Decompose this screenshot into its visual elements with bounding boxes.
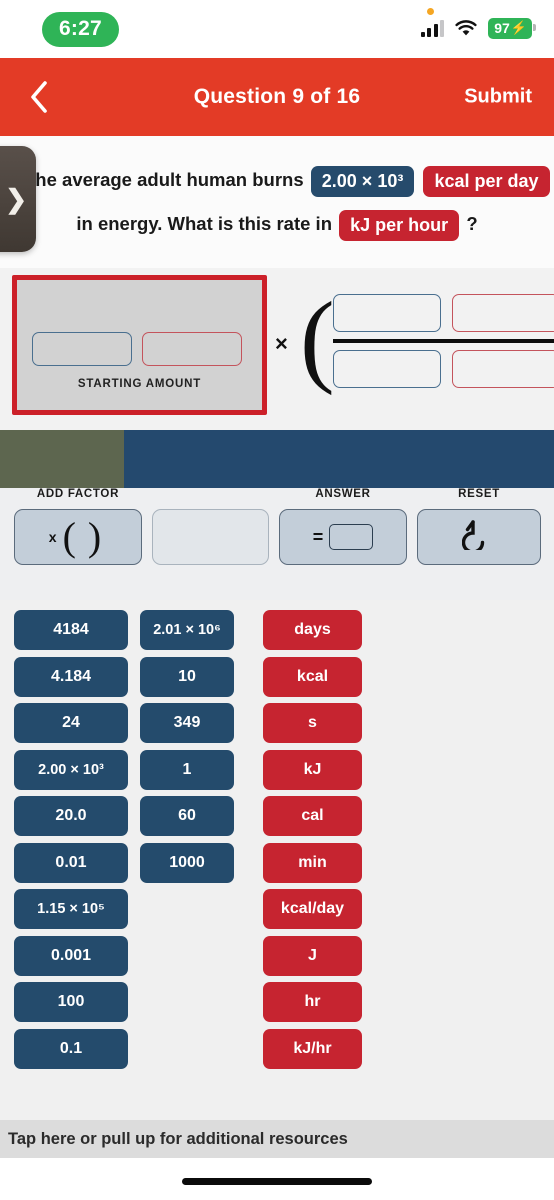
tile-kj[interactable]: kJ (263, 749, 362, 790)
tile-kcal-day[interactable]: kcal/day (263, 889, 362, 929)
app-header: Question 9 of 16 Submit (0, 58, 554, 136)
tile-hr[interactable]: hr (263, 982, 362, 1022)
numerator-value-slot[interactable] (333, 294, 441, 332)
tile-min[interactable]: min (263, 842, 362, 883)
tile-24[interactable]: 24 (14, 703, 128, 743)
tile-1000[interactable]: 1000 (140, 842, 234, 883)
starting-amount-box[interactable]: STARTING AMOUNT (12, 275, 267, 415)
question-value-pill: 2.00 × 10³ (310, 165, 415, 197)
chevron-left-icon (31, 81, 47, 113)
answer-label: ANSWER (315, 488, 371, 500)
horizontal-scrollbar-thumb[interactable] (0, 430, 124, 488)
reset-button[interactable] (417, 509, 541, 565)
question-text-suffix: ? (466, 213, 478, 234)
tile-0-01[interactable]: 0.01 (14, 842, 128, 883)
denominator-value-slot[interactable] (333, 350, 441, 388)
tile-60[interactable]: 60 (140, 796, 234, 836)
tile-1-15-10-[interactable]: 1.15 × 10⁵ (14, 889, 128, 929)
tile-4-184[interactable]: 4.184 (14, 656, 128, 697)
fraction-numerator (333, 294, 554, 332)
starting-amount-value-slot[interactable] (32, 332, 132, 366)
fraction-bar (333, 339, 554, 343)
undo-arrow-icon (461, 518, 496, 556)
question-text-prefix: The average adult human burns (24, 169, 304, 190)
status-bar: 6:27 97 ⚡ (0, 0, 554, 58)
lightning-bolt-icon: ⚡ (510, 20, 527, 35)
wifi-icon (455, 20, 477, 37)
open-paren-symbol: ( (300, 281, 335, 396)
question-prompt: The average adult human burns 2.00 × 10³… (0, 136, 554, 268)
tile-days[interactable]: days (263, 610, 362, 650)
question-line-2: in energy. What is this rate in kJ per h… (24, 202, 530, 246)
additional-resources-text: Tap here or pull up for additional resou… (8, 1129, 348, 1148)
question-line-1: The average adult human burns 2.00 × 10³… (24, 158, 550, 202)
reset-label: RESET (458, 488, 500, 500)
number-tiles-column-2: 2.01 × 10⁶ 10 349 1 60 1000 (140, 610, 234, 883)
tile-s[interactable]: s (263, 703, 362, 743)
orange-status-dot-icon (427, 8, 434, 15)
resources-drawer-handle[interactable]: ❯ (0, 146, 36, 252)
multiply-symbol: × (275, 331, 288, 356)
tile-cal[interactable]: cal (263, 796, 362, 836)
add-factor-x-symbol: x (48, 529, 57, 545)
add-factor-open-paren-icon: ( (62, 514, 76, 559)
tile-349[interactable]: 349 (140, 703, 234, 743)
tile-0-001[interactable]: 0.001 (14, 935, 128, 976)
tile-j[interactable]: J (263, 935, 362, 976)
submit-button[interactable]: Submit (464, 86, 532, 109)
tile-kcal[interactable]: kcal (263, 656, 362, 697)
add-factor-button[interactable]: x ( ) (14, 509, 142, 565)
chevron-right-icon: ❯ (5, 184, 27, 214)
status-icons: 97 ⚡ (420, 18, 536, 39)
answer-button[interactable]: = (279, 509, 407, 565)
tile-palette: 4184 4.184 24 2.00 × 10³ 20.0 0.01 1.15 × 10⁵ 0… (0, 600, 554, 1120)
number-tiles-column-1: 4184 4.184 24 2.00 × 10³ 20.0 0.01 1.15 × 10⁵ 0… (14, 610, 128, 1069)
home-indicator-area (0, 1158, 554, 1200)
tool-row: ADD FACTOR x ( ) ANSWER = RESET (0, 488, 554, 600)
tile-10[interactable]: 10 (140, 656, 234, 697)
tile-100[interactable]: 100 (14, 982, 128, 1022)
question-unit-pill: kcal per day (423, 165, 550, 197)
status-clock: 6:27 (42, 12, 119, 47)
question-text-mid: in energy. What is this rate in (76, 213, 332, 234)
tile-20-0[interactable]: 20.0 (14, 796, 128, 836)
tile-2-01-10-[interactable]: 2.01 × 10⁶ (140, 610, 234, 650)
conversion-factor-fraction (333, 294, 554, 388)
question-target-unit-pill: kJ per hour (339, 209, 460, 241)
tile-4184[interactable]: 4184 (14, 610, 128, 650)
battery-level: 97 (494, 20, 510, 36)
add-factor-close-paren-icon: ) (87, 514, 102, 559)
fraction-denominator (333, 350, 554, 388)
tile-kj-hr[interactable]: kJ/hr (263, 1028, 362, 1069)
cellular-signal-icon (420, 19, 445, 37)
tile-1[interactable]: 1 (140, 749, 234, 790)
tile-2-00-10-[interactable]: 2.00 × 10³ (14, 749, 128, 790)
back-button[interactable] (20, 74, 58, 120)
unit-tiles-column: days kcal s kJ cal min kcal/day Jhr kJ/hr (263, 610, 362, 1069)
denominator-unit-slot[interactable] (452, 350, 554, 388)
equals-symbol: = (312, 526, 324, 547)
starting-amount-unit-slot[interactable] (142, 332, 242, 366)
battery-indicator: 97 ⚡ (488, 18, 536, 39)
work-area: STARTING AMOUNT × ( (0, 268, 554, 430)
numerator-unit-slot[interactable] (452, 294, 554, 332)
blank-tool-button[interactable] (152, 509, 269, 565)
tile-0-1[interactable]: 0.1 (14, 1028, 128, 1069)
home-indicator[interactable] (182, 1178, 372, 1185)
add-factor-label: ADD FACTOR (36, 488, 120, 500)
starting-amount-label: STARTING AMOUNT (77, 378, 202, 390)
horizontal-scrollbar-track[interactable] (0, 430, 554, 488)
app-root: 6:27 97 ⚡ Question 9 of 16 Submit The av… (0, 0, 554, 1200)
additional-resources-bar[interactable]: Tap here or pull up for additional resou… (0, 1120, 554, 1158)
answer-input-box[interactable] (329, 524, 374, 550)
